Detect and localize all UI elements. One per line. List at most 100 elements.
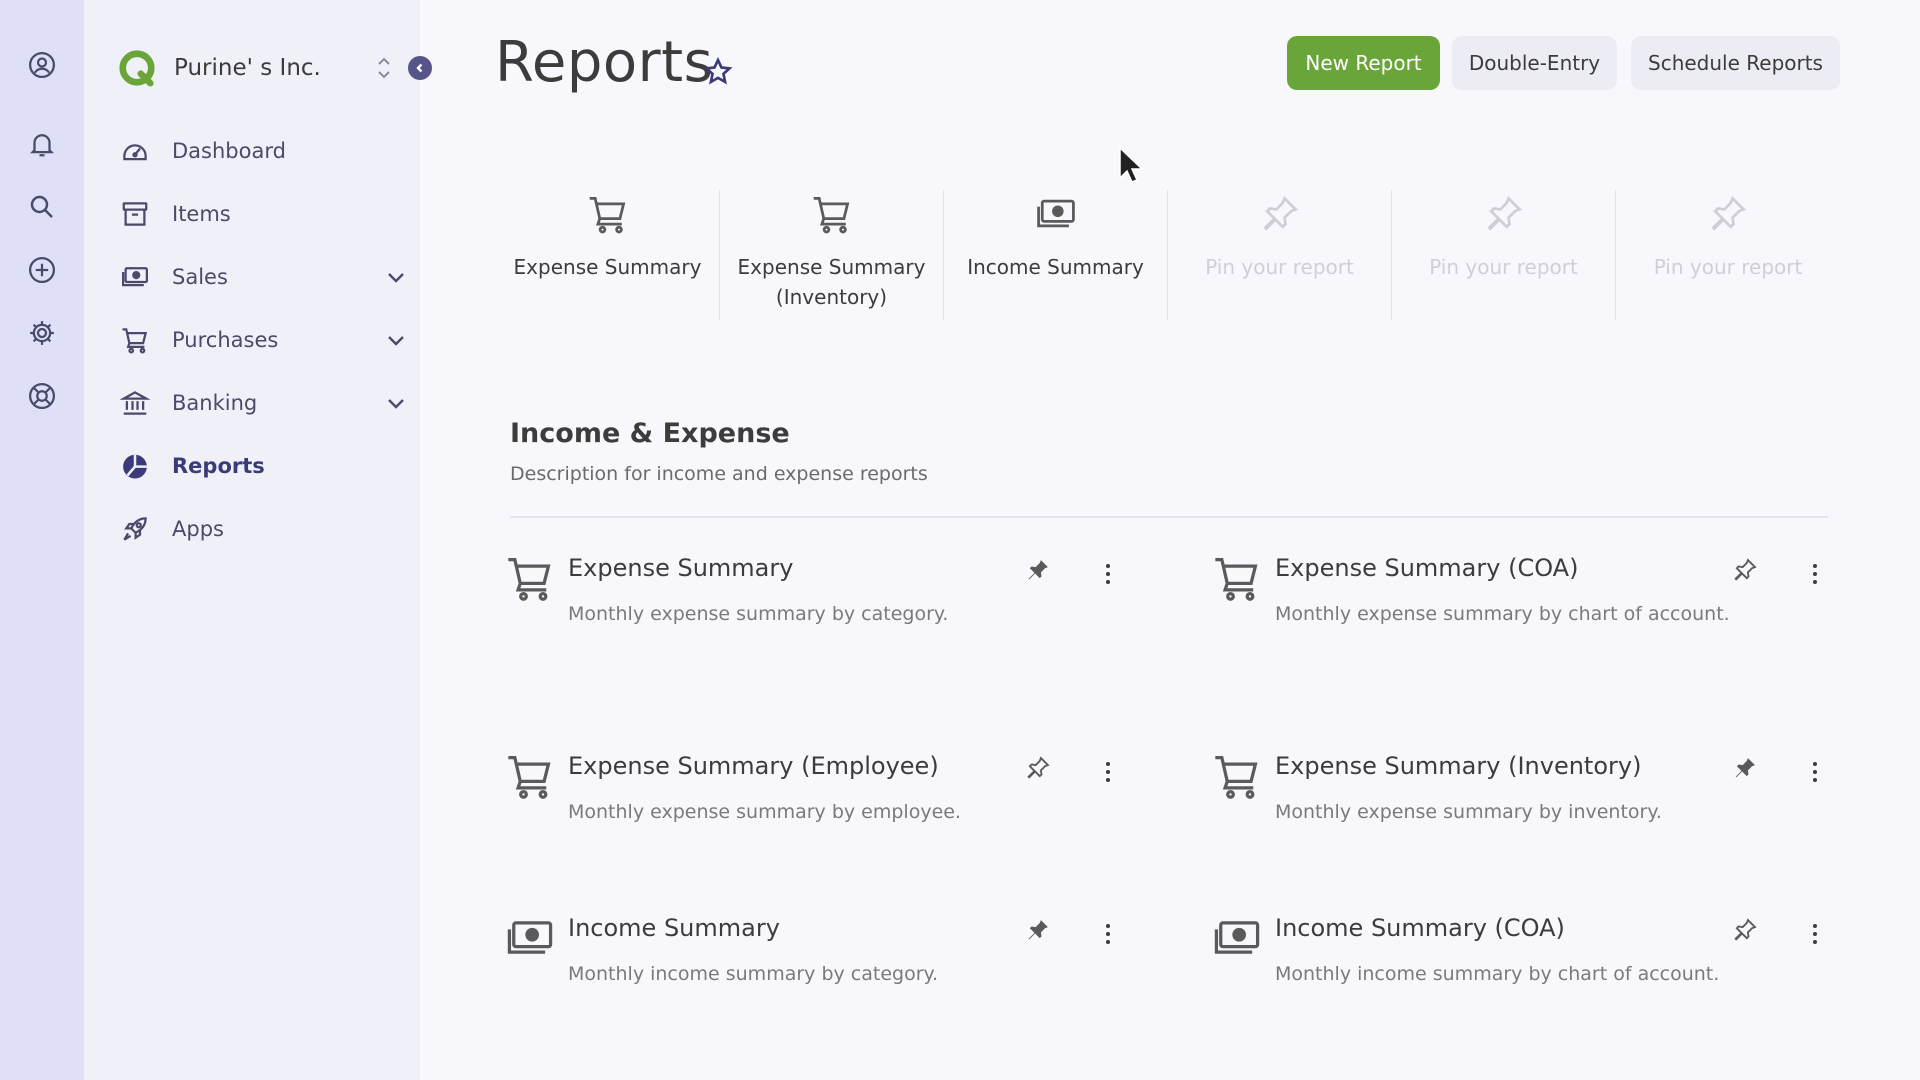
report-item: Expense Summary (Employee) Monthly expen…: [504, 750, 1184, 870]
support-icon[interactable]: [25, 379, 59, 413]
pin-filled-icon[interactable]: [1024, 556, 1052, 584]
bell-icon[interactable]: [25, 127, 59, 161]
pin-icon: [1262, 195, 1298, 231]
sidebar-item-reports[interactable]: Reports: [118, 434, 408, 497]
more-vertical-icon[interactable]: [1096, 560, 1120, 588]
pinned-report-label: Income Summary: [967, 255, 1144, 279]
report-description: Monthly expense summary by employee.: [568, 801, 961, 823]
sidebar-item-label: Banking: [172, 390, 258, 415]
sidebar-item-purchases[interactable]: Purchases: [118, 308, 408, 371]
pin-icon: [1711, 195, 1747, 231]
report-title[interactable]: Expense Summary (COA): [1275, 554, 1578, 582]
money-icon: [1036, 199, 1075, 228]
pinned-report-label: Expense Summary: [513, 255, 702, 279]
pinned-report-label: Expense Summary (Inventory): [737, 255, 926, 309]
divider: [510, 516, 1828, 518]
sidebar-item-dashboard[interactable]: Dashboard: [118, 119, 408, 182]
pin-outline-icon[interactable]: [1731, 556, 1759, 584]
chevron-down-icon[interactable]: [384, 265, 408, 289]
pinned-report-label: Pin your report: [1653, 255, 1803, 279]
cart-icon: [508, 557, 551, 601]
report-item: Expense Summary Monthly expense summary …: [504, 552, 1184, 672]
page-title: Reports: [495, 30, 714, 95]
cart-icon: [1215, 557, 1258, 601]
company-switcher[interactable]: Purine' s Inc.: [118, 46, 408, 90]
gear-icon[interactable]: [25, 316, 59, 350]
dashboard-icon: [118, 134, 152, 168]
search-icon[interactable]: [25, 190, 59, 224]
pin-slot-empty[interactable]: Pin your report: [1392, 190, 1616, 320]
chevron-up-down-icon[interactable]: [374, 53, 394, 83]
report-title[interactable]: Income Summary: [568, 914, 780, 942]
more-vertical-icon[interactable]: [1803, 560, 1827, 588]
mouse-cursor-icon: [1119, 146, 1144, 183]
more-vertical-icon[interactable]: [1803, 920, 1827, 948]
more-vertical-icon[interactable]: [1096, 758, 1120, 786]
more-vertical-icon[interactable]: [1803, 758, 1827, 786]
plus-circle-icon[interactable]: [25, 253, 59, 287]
company-name: Purine' s Inc.: [174, 55, 321, 81]
pinned-report-card[interactable]: Income Summary: [944, 190, 1168, 320]
report-item: Expense Summary (Inventory) Monthly expe…: [1211, 750, 1891, 870]
section-description: Description for income and expense repor…: [510, 463, 928, 485]
report-description: Monthly expense summary by chart of acco…: [1275, 603, 1730, 625]
bank-icon: [118, 386, 152, 420]
sidebar-item-banking[interactable]: Banking: [118, 371, 408, 434]
pinned-report-card[interactable]: Expense Summary (Inventory): [720, 190, 944, 320]
schedule-reports-button[interactable]: Schedule Reports: [1631, 36, 1840, 90]
cart-icon: [1215, 755, 1258, 799]
money-icon: [507, 921, 553, 954]
cart-icon: [813, 197, 849, 234]
star-icon[interactable]: [702, 56, 734, 88]
report-title[interactable]: Expense Summary (Inventory): [1275, 752, 1641, 780]
pin-filled-icon[interactable]: [1731, 754, 1759, 782]
cart-icon: [118, 323, 152, 357]
sidebar-item-label: Dashboard: [172, 138, 286, 163]
report-description: Monthly income summary by category.: [568, 963, 939, 985]
pinned-report-label: Pin your report: [1205, 255, 1354, 279]
sidebar-nav: Dashboard Items Sales Purchases Banking …: [118, 119, 408, 560]
sidebar-item-label: Reports: [172, 453, 265, 478]
report-title[interactable]: Income Summary (COA): [1275, 914, 1565, 942]
icon-rail: [0, 0, 84, 1080]
chevron-left-icon: [416, 63, 423, 73]
new-report-button[interactable]: New Report: [1287, 36, 1440, 90]
report-title[interactable]: Expense Summary: [568, 554, 793, 582]
pin-slot-empty[interactable]: Pin your report: [1168, 190, 1392, 320]
report-item: Income Summary Monthly income summary by…: [504, 912, 1184, 1032]
report-title[interactable]: Expense Summary (Employee): [568, 752, 939, 780]
pie-chart-icon: [118, 449, 152, 483]
chevron-down-icon[interactable]: [384, 391, 408, 415]
sidebar-item-label: Apps: [172, 516, 224, 541]
pin-slot-empty[interactable]: Pin your report: [1616, 190, 1840, 320]
pinned-report-label: Pin your report: [1429, 255, 1578, 279]
cart-icon: [508, 755, 551, 799]
double-entry-button[interactable]: Double-Entry: [1452, 36, 1617, 90]
report-description: Monthly income summary by chart of accou…: [1275, 963, 1720, 985]
archive-icon: [118, 197, 152, 231]
sidebar-item-items[interactable]: Items: [118, 182, 408, 245]
more-vertical-icon[interactable]: [1096, 920, 1120, 948]
collapse-sidebar-button[interactable]: [408, 56, 432, 80]
chevron-down-icon[interactable]: [384, 328, 408, 352]
pin-icon: [1486, 195, 1522, 231]
sidebar-item-apps[interactable]: Apps: [118, 497, 408, 560]
sidebar-item-label: Items: [172, 201, 231, 226]
cart-icon: [589, 197, 625, 234]
sidebar-item-label: Purchases: [172, 327, 279, 352]
sidebar: Purine' s Inc. Dashboard Items Sales Pur…: [84, 0, 432, 1080]
pinned-report-card[interactable]: Expense Summary: [496, 190, 720, 320]
report-item: Expense Summary (COA) Monthly expense su…: [1211, 552, 1891, 672]
pin-outline-icon[interactable]: [1731, 916, 1759, 944]
report-description: Monthly expense summary by inventory.: [1275, 801, 1662, 823]
sidebar-item-label: Sales: [172, 264, 228, 289]
pin-filled-icon[interactable]: [1024, 916, 1052, 944]
profile-icon[interactable]: [25, 48, 59, 82]
section-title: Income & Expense: [510, 418, 790, 449]
report-description: Monthly expense summary by category.: [568, 603, 949, 625]
pin-outline-icon[interactable]: [1024, 754, 1052, 782]
pinned-reports: Expense Summary Expense Summary (Invento…: [496, 190, 1840, 320]
money-icon: [118, 260, 152, 294]
sidebar-item-sales[interactable]: Sales: [118, 245, 408, 308]
money-icon: [1214, 921, 1260, 954]
